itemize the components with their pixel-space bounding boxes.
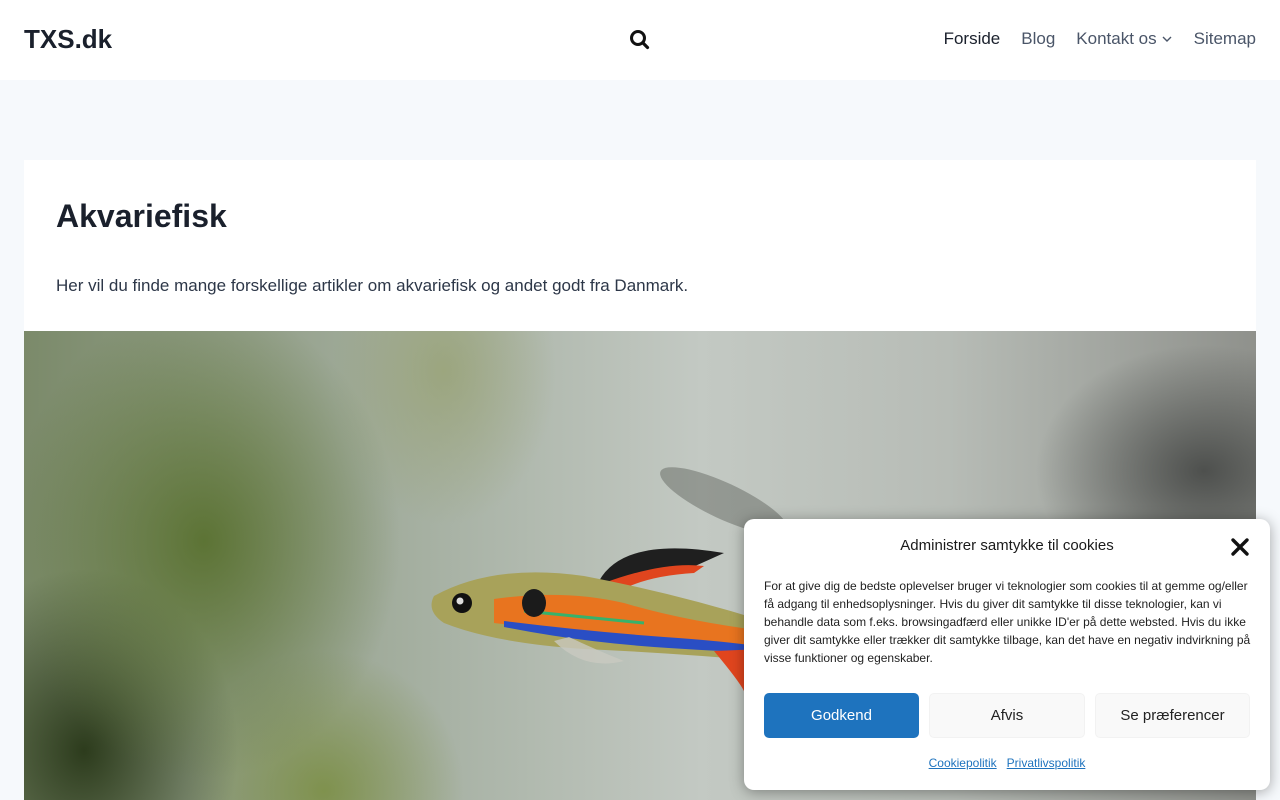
search-button[interactable]	[626, 26, 654, 54]
main-nav: Forside Blog Kontakt os Sitemap	[923, 28, 1256, 50]
nav-item-forside[interactable]: Forside	[944, 28, 1001, 50]
close-icon	[1231, 538, 1249, 556]
site-logo[interactable]: TXS.dk	[24, 24, 112, 54]
site-header: TXS.dk Forside Blog Kontakt os Sitemap	[0, 0, 1280, 80]
cookie-title: Administrer samtykke til cookies	[900, 537, 1114, 554]
nav-item-label: Kontakt os	[1076, 29, 1157, 48]
nav-item-kontakt[interactable]: Kontakt os	[1076, 28, 1172, 50]
nav-item-sitemap[interactable]: Sitemap	[1194, 28, 1256, 50]
nav-item-blog[interactable]: Blog	[1021, 28, 1055, 50]
nav-item-label: Forside	[943, 29, 1001, 48]
nav-item-label: Blog	[1021, 29, 1056, 48]
chevron-down-icon	[1162, 36, 1172, 42]
cookie-close-button[interactable]	[1228, 535, 1252, 559]
nav-item-label: Sitemap	[1193, 29, 1256, 48]
cookie-description: For at give dig de bedste oplevelser bru…	[764, 579, 1251, 665]
preferences-button[interactable]: Se præferencer	[1095, 693, 1250, 738]
cookie-consent-dialog: Administrer samtykke til cookies For at …	[744, 519, 1270, 790]
deny-button[interactable]: Afvis	[929, 693, 1085, 738]
search-icon	[630, 30, 650, 50]
cookie-links: Cookiepolitik Privatlivspolitik	[744, 756, 1270, 770]
cookie-policy-link[interactable]: Cookiepolitik	[929, 756, 997, 770]
privacy-policy-link[interactable]: Privatlivspolitik	[1007, 756, 1086, 770]
intro-text: Her vil du finde mange forskellige artik…	[56, 276, 689, 295]
accept-button[interactable]: Godkend	[764, 693, 919, 738]
page-title: Akvariefisk	[56, 198, 227, 234]
